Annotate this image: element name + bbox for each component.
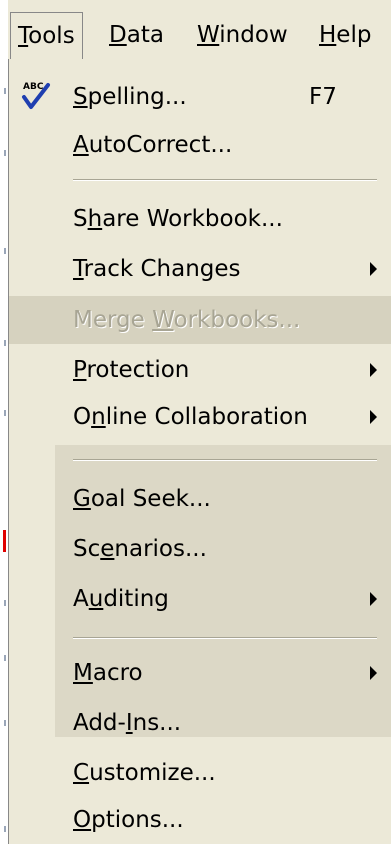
menu-item-macro[interactable]: Macro: [9, 649, 391, 697]
submenu-arrow-icon: [370, 410, 377, 424]
menu-item-online-collaboration[interactable]: Online Collaboration: [9, 393, 391, 441]
submenu-arrow-icon: [370, 262, 377, 276]
scenarios-label: Scenarios...: [73, 536, 207, 562]
autocorrect-label: AutoCorrect...: [73, 132, 233, 158]
options-label: Options...: [73, 807, 184, 833]
spelling-shortcut: F7: [309, 84, 337, 110]
menu-tools-label: ools: [28, 23, 75, 49]
menu-item-options[interactable]: Options...: [9, 796, 391, 844]
menu-tools[interactable]: Tools: [10, 12, 83, 60]
spelling-icon-text: ABC: [23, 82, 44, 92]
menu-item-spelling[interactable]: ABC Spelling... F7: [9, 73, 391, 121]
menu-item-share-workbook[interactable]: Share Workbook...: [9, 195, 391, 243]
auditing-label: Auditing: [73, 586, 169, 612]
spelling-label: Spelling...: [73, 84, 187, 110]
macro-label: Macro: [73, 660, 143, 686]
menu-window-accel: W: [197, 22, 220, 48]
merge-workbooks-label: Merge Workbooks...: [73, 307, 301, 333]
goal-seek-label: Goal Seek...: [73, 486, 211, 512]
menu-help-label: elp: [336, 22, 372, 48]
submenu-arrow-icon: [370, 592, 377, 606]
menu-item-customize[interactable]: Customize...: [9, 749, 391, 797]
menu-data-label: ata: [126, 22, 164, 48]
menu-item-auditing[interactable]: Auditing: [9, 575, 391, 623]
share-workbook-label: Share Workbook...: [73, 206, 283, 232]
menu-window[interactable]: Window: [190, 12, 295, 60]
submenu-arrow-icon: [370, 363, 377, 377]
menu-tools-accel: T: [18, 23, 29, 49]
menu-item-protection[interactable]: Protection: [9, 346, 391, 394]
menu-separator: [73, 179, 377, 181]
protection-label: Protection: [73, 357, 190, 383]
customize-label: Customize...: [73, 760, 216, 786]
spelling-check-icon: ABC: [22, 82, 50, 109]
submenu-arrow-icon: [370, 666, 377, 680]
menu-item-add-ins[interactable]: Add-Ins...: [9, 699, 391, 747]
add-ins-label: Add-Ins...: [73, 710, 182, 736]
menu-item-goal-seek[interactable]: Goal Seek...: [9, 475, 391, 523]
menu-item-merge-workbooks: Merge Workbooks...: [9, 296, 391, 344]
menu-item-scenarios[interactable]: Scenarios...: [9, 525, 391, 573]
online-collaboration-label: Online Collaboration: [73, 404, 308, 430]
screen: Tools Data Window Help ABC Spelling... F…: [0, 0, 391, 844]
menu-data[interactable]: Data: [102, 12, 171, 60]
menu-window-label: indow: [219, 22, 288, 48]
menu-item-track-changes[interactable]: Track Changes: [9, 245, 391, 293]
menu-item-autocorrect[interactable]: AutoCorrect...: [9, 121, 391, 169]
menu-separator: [73, 637, 377, 639]
menu-data-accel: D: [109, 22, 127, 48]
tools-dropdown-menu: ABC Spelling... F7 AutoCorrect... Share …: [8, 59, 391, 844]
menu-help[interactable]: Help: [312, 12, 378, 60]
menu-help-accel: H: [319, 22, 337, 48]
track-changes-label: Track Changes: [73, 256, 241, 282]
menu-separator: [73, 459, 377, 461]
